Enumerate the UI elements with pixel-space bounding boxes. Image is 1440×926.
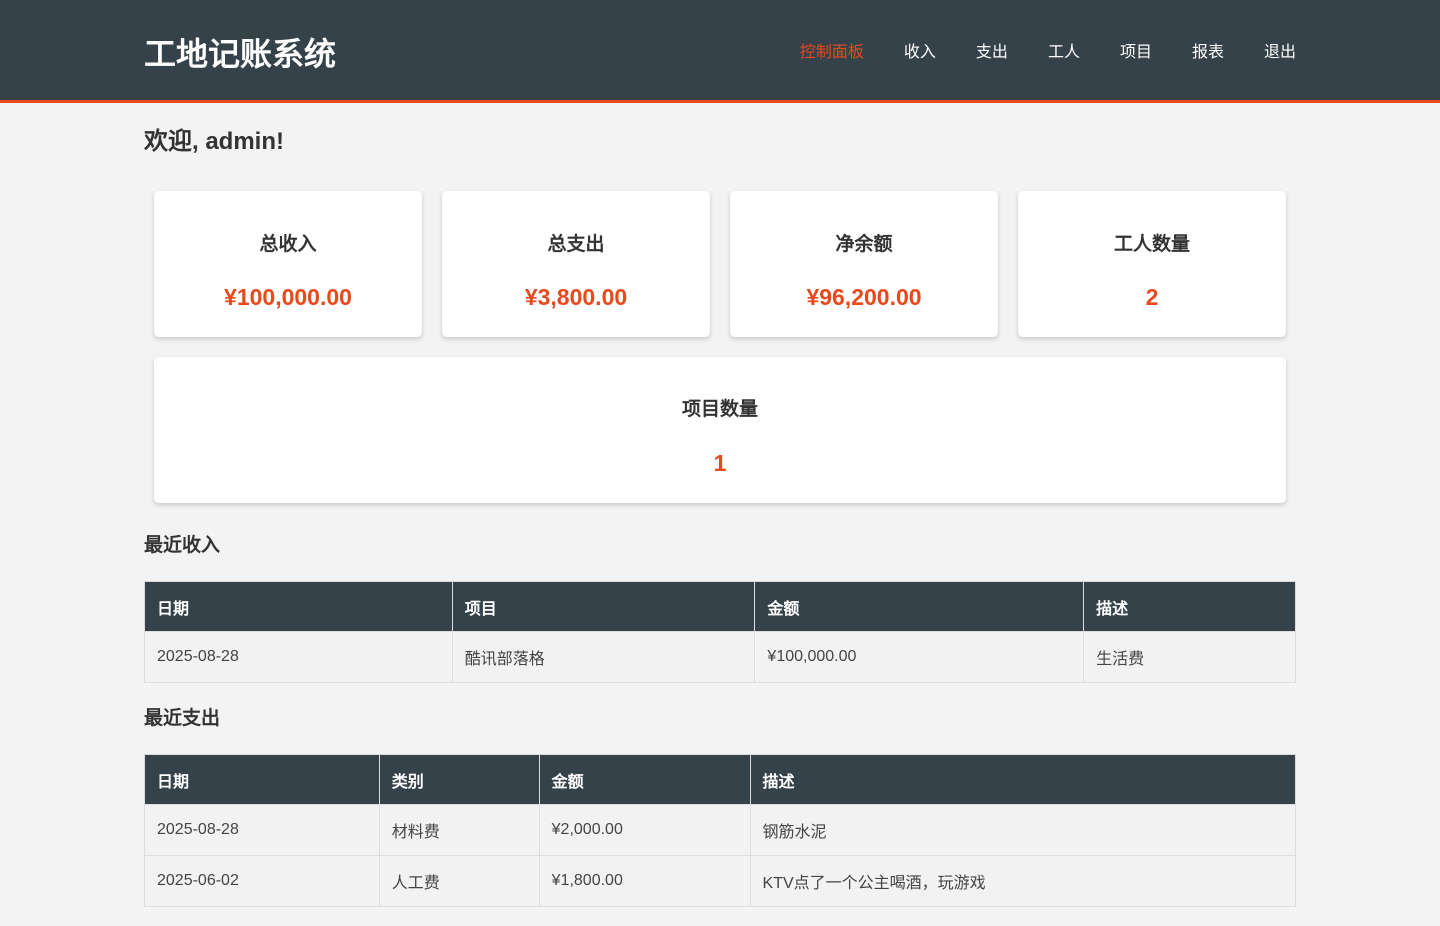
nav-item-income[interactable]: 收入: [904, 42, 936, 64]
cell-description: 生活费: [1083, 631, 1296, 683]
cell-category: 材料费: [378, 804, 540, 856]
column-header: 金额: [754, 581, 1085, 632]
cell-date: 2025-08-28: [144, 804, 380, 856]
column-header: 类别: [378, 754, 540, 805]
stat-value: 1: [713, 450, 727, 476]
table-row: 2025-08-28 酷讯部落格 ¥100,000.00 生活费: [144, 631, 1296, 683]
stat-card-total-expense: 总支出 ¥3,800.00: [442, 191, 710, 337]
stat-value: ¥3,800.00: [524, 284, 628, 310]
column-header: 日期: [144, 581, 453, 632]
table-row: 2025-08-28 材料费 ¥2,000.00 钢筋水泥: [144, 804, 1297, 856]
stat-value: ¥96,200.00: [806, 284, 922, 310]
stat-card-net-balance: 净余额 ¥96,200.00: [730, 191, 998, 337]
recent-income-title: 最近收入: [144, 535, 221, 556]
stat-label: 总收入: [259, 234, 317, 255]
stat-card-total-income: 总收入 ¥100,000.00: [154, 191, 422, 337]
main-nav: 控制面板 收入 支出 工人 项目 报表 退出: [800, 41, 1296, 65]
top-header: 工地记账系统 控制面板 收入 支出 工人 项目 报表 退出: [0, 0, 1440, 103]
column-header: 描述: [749, 754, 1297, 805]
cell-amount: ¥100,000.00: [754, 631, 1085, 683]
app-logo-title: 工地记账系统: [144, 36, 337, 72]
recent-expense-title: 最近支出: [144, 708, 221, 729]
welcome-heading: 欢迎, admin!: [144, 128, 285, 155]
cell-amount: ¥2,000.00: [538, 804, 751, 856]
stat-label: 工人数量: [1113, 234, 1190, 255]
cell-category: 人工费: [378, 855, 540, 907]
stat-card-project-count: 项目数量 1: [154, 357, 1286, 503]
stat-value: ¥100,000.00: [224, 284, 352, 310]
stat-value: 2: [1145, 284, 1159, 310]
nav-item-dashboard[interactable]: 控制面板: [800, 42, 864, 64]
column-header: 日期: [144, 754, 380, 805]
stat-label: 净余额: [835, 234, 893, 255]
cell-description: KTV点了一个公主喝酒，玩游戏: [749, 855, 1297, 907]
cell-description: 钢筋水泥: [749, 804, 1297, 856]
recent-expense-table: 日期 类别 金额 描述 2025-08-28 材料费 ¥2,000.00 钢筋水…: [144, 754, 1297, 907]
nav-item-logout[interactable]: 退出: [1264, 42, 1296, 64]
nav-item-workers[interactable]: 工人: [1048, 42, 1080, 64]
table-header-row: 日期 项目 金额 描述: [144, 581, 1296, 632]
stat-label: 总支出: [547, 234, 605, 255]
stat-card-worker-count: 工人数量 2: [1018, 191, 1286, 337]
nav-item-reports[interactable]: 报表: [1192, 42, 1224, 64]
recent-income-table: 日期 项目 金额 描述 2025-08-28 酷讯部落格 ¥100,000.00…: [144, 581, 1296, 683]
nav-item-projects[interactable]: 项目: [1120, 42, 1152, 64]
cell-amount: ¥1,800.00: [538, 855, 751, 907]
table-header-row: 日期 类别 金额 描述: [144, 754, 1297, 805]
column-header: 描述: [1083, 581, 1296, 632]
cell-project: 酷讯部落格: [451, 631, 756, 683]
cell-date: 2025-06-02: [144, 855, 380, 907]
column-header: 金额: [538, 754, 751, 805]
cell-date: 2025-08-28: [144, 631, 453, 683]
nav-item-expense[interactable]: 支出: [976, 42, 1008, 64]
column-header: 项目: [451, 581, 756, 632]
table-row: 2025-06-02 人工费 ¥1,800.00 KTV点了一个公主喝酒，玩游戏: [144, 855, 1297, 907]
stat-label: 项目数量: [681, 399, 758, 420]
